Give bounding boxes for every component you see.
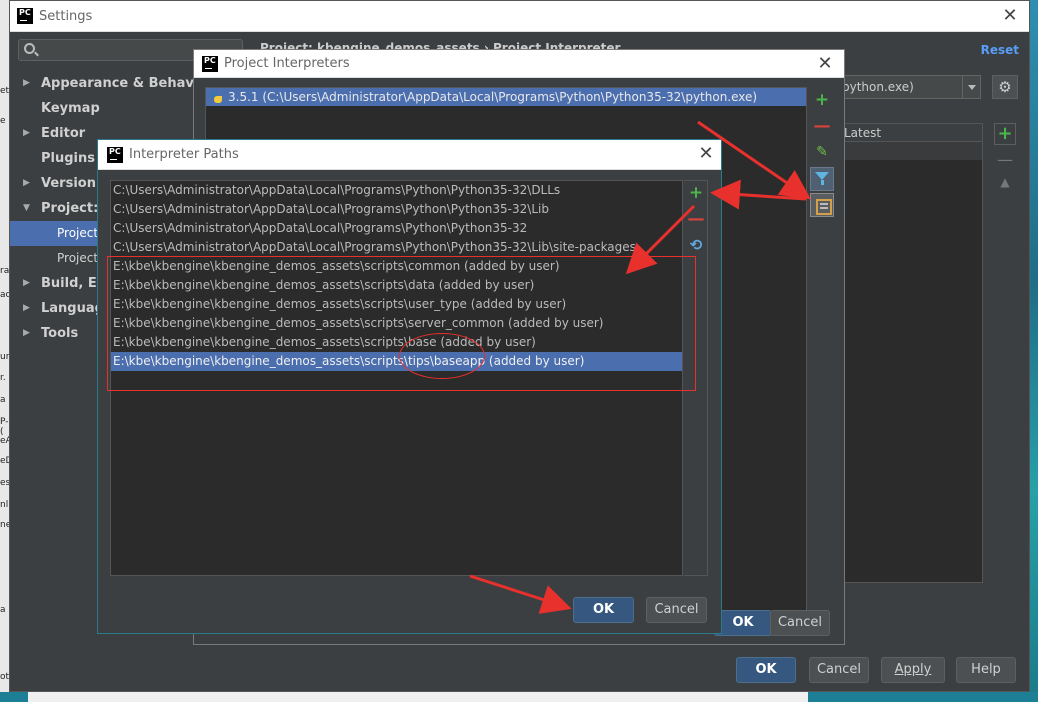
packages-table: Latest xyxy=(837,123,983,583)
interpreter-paths-ok-button[interactable]: OK xyxy=(573,597,634,623)
path-list-item[interactable]: C:\Users\Administrator\AppData\Local\Pro… xyxy=(111,200,682,219)
interpreter-row-label: 3.5.1 (C:\Users\Administrator\AppData\Lo… xyxy=(228,90,758,104)
settings-tree-item-label: Appearance & Behavior xyxy=(41,76,214,91)
apply-label: Apply xyxy=(894,662,932,677)
project-interpreters-cancel-button[interactable]: Cancel xyxy=(770,610,830,636)
path-list-item[interactable]: C:\Users\Administrator\AppData\Local\Pro… xyxy=(111,181,682,200)
desktop-text-fragment: a xyxy=(0,395,6,405)
desktop-text-fragment: r. xyxy=(0,373,6,383)
path-list-item[interactable]: E:\kbe\kbengine\kbengine_demos_assets\sc… xyxy=(111,257,682,276)
chevron-down-icon[interactable]: ▼ xyxy=(23,196,30,221)
path-list-item[interactable]: C:\Users\Administrator\AppData\Local\Pro… xyxy=(111,219,682,238)
pycharm-logo-icon: PC xyxy=(107,146,123,163)
interpreter-row[interactable]: 3.5.1 (C:\Users\Administrator\AppData\Lo… xyxy=(206,88,806,106)
desktop-right-strip xyxy=(1030,0,1038,702)
interpreter-paths-close-icon[interactable]: ✕ xyxy=(695,143,717,165)
desktop-left-strip: et e ra ac un r. a P-(eA eD es nl ne a ot xyxy=(0,0,12,702)
chevron-right-icon[interactable]: ▶ xyxy=(23,321,30,346)
python-icon xyxy=(210,91,222,103)
project-interpreters-ok-button[interactable]: OK xyxy=(714,610,772,636)
interpreter-paths-titlebar[interactable]: PC Interpreter Paths ✕ xyxy=(98,140,721,170)
settings-tree-item-label: Project xyxy=(57,226,99,240)
settings-title: Settings xyxy=(39,8,93,24)
taskbar-bar xyxy=(28,692,808,702)
path-list-item[interactable]: E:\kbe\kbengine\kbengine_demos_assets\sc… xyxy=(111,295,682,314)
desktop-text-fragment: ra xyxy=(0,266,10,276)
interpreter-combo[interactable]: python.exe) xyxy=(837,75,981,99)
filter-icon[interactable] xyxy=(810,167,834,191)
interpreter-paths-cancel-button[interactable]: Cancel xyxy=(646,597,707,623)
desktop-text-fragment: ot xyxy=(0,672,10,682)
settings-cancel-button[interactable]: Cancel xyxy=(809,657,869,683)
settings-ok-button[interactable]: OK xyxy=(736,657,796,683)
settings-close-icon[interactable]: ✕ xyxy=(999,5,1021,27)
settings-tree-item-label: Tools xyxy=(41,326,79,341)
upgrade-package-icon[interactable]: ▲ xyxy=(994,173,1016,191)
settings-titlebar[interactable]: PC Settings ✕ xyxy=(10,1,1029,32)
remove-interpreter-icon[interactable]: — xyxy=(810,115,834,139)
taskbar-strip xyxy=(0,692,1038,702)
chevron-right-icon[interactable]: ▶ xyxy=(23,271,30,296)
path-list-item[interactable]: E:\kbe\kbengine\kbengine_demos_assets\sc… xyxy=(111,314,682,333)
edit-interpreter-icon[interactable]: ✎ xyxy=(810,141,834,165)
path-list-item[interactable]: E:\kbe\kbengine\kbengine_demos_assets\sc… xyxy=(111,333,682,352)
chevron-right-icon[interactable]: ▶ xyxy=(23,171,30,196)
desktop-text-fragment: et xyxy=(0,86,10,96)
remove-path-icon[interactable]: — xyxy=(684,208,708,232)
project-interpreters-titlebar[interactable]: PC Project Interpreters ✕ xyxy=(194,50,844,78)
desktop-text-fragment: a xyxy=(0,605,6,615)
chevron-right-icon[interactable]: ▶ xyxy=(23,296,30,321)
install-package-icon[interactable]: + xyxy=(994,123,1016,145)
interpreter-paths-dialog: PC Interpreter Paths ✕ C:\Users\Administ… xyxy=(97,139,722,634)
desktop-text-fragment: P-( xyxy=(0,417,9,437)
settings-tree-item-label: Keymap xyxy=(41,101,100,116)
table-row[interactable] xyxy=(838,142,982,160)
search-icon xyxy=(24,43,35,54)
interpreter-paths-title: Interpreter Paths xyxy=(129,147,239,162)
desktop-text-fragment: nl xyxy=(0,500,9,510)
chevron-down-icon[interactable] xyxy=(962,76,980,98)
project-interpreters-title: Project Interpreters xyxy=(224,56,350,71)
packages-toolbar: + — ▲ xyxy=(992,123,1022,191)
pycharm-logo-icon: PC xyxy=(17,8,33,24)
chevron-right-icon[interactable]: ▶ xyxy=(23,71,30,96)
settings-apply-button[interactable]: Apply xyxy=(881,657,945,683)
chevron-right-icon[interactable]: ▶ xyxy=(23,121,30,146)
add-path-icon[interactable]: + xyxy=(684,182,708,206)
project-interpreters-close-icon[interactable]: ✕ xyxy=(814,53,836,75)
gear-icon[interactable]: ⚙ xyxy=(992,75,1018,99)
add-interpreter-icon[interactable]: + xyxy=(810,89,834,113)
settings-tree-item-label: Editor xyxy=(41,126,86,141)
settings-tree-item-label: Plugins xyxy=(41,151,95,166)
settings-tree-item-label: Project xyxy=(57,251,99,265)
reset-link[interactable]: Reset xyxy=(981,43,1019,57)
path-list-item[interactable]: C:\Users\Administrator\AppData\Local\Pro… xyxy=(111,238,682,257)
settings-help-button[interactable]: Help xyxy=(956,657,1016,683)
interpreter-combo-value: python.exe) xyxy=(842,80,914,94)
path-list-item[interactable]: E:\kbe\kbengine\kbengine_demos_assets\sc… xyxy=(111,352,682,371)
show-paths-icon[interactable] xyxy=(810,193,834,217)
path-list-item[interactable]: E:\kbe\kbengine\kbengine_demos_assets\sc… xyxy=(111,276,682,295)
paths-list: C:\Users\Administrator\AppData\Local\Pro… xyxy=(110,180,683,576)
paths-toolbar: + — ⟲ xyxy=(684,180,708,259)
pycharm-logo-icon: PC xyxy=(202,55,218,72)
interpreters-toolbar: + — ✎ xyxy=(807,87,837,218)
reload-paths-icon[interactable]: ⟲ xyxy=(684,234,708,258)
uninstall-package-icon[interactable]: — xyxy=(994,151,1016,169)
desktop-text-fragment: e xyxy=(0,116,6,126)
packages-column-latest[interactable]: Latest xyxy=(838,124,982,142)
